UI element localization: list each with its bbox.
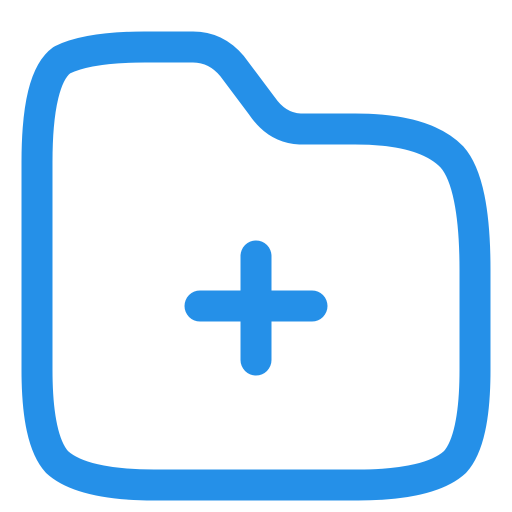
icon-canvas bbox=[0, 0, 512, 512]
folder-plus-graphic bbox=[21, 31, 491, 501]
folder-plus-icon bbox=[0, 0, 512, 512]
